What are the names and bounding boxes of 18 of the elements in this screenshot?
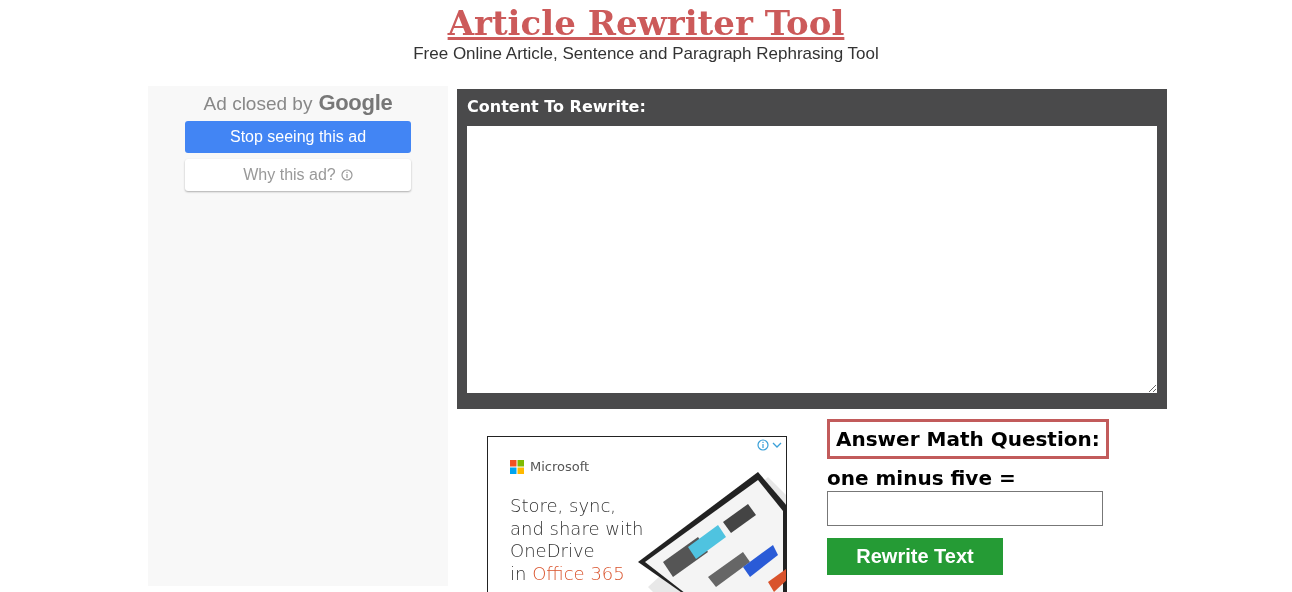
google-logo: Google — [318, 90, 393, 116]
info-icon — [757, 439, 769, 451]
site-subtitle: Free Online Article, Sentence and Paragraph Rephrasing Tool — [413, 44, 879, 64]
info-icon — [340, 169, 353, 181]
site-title[interactable]: Article Rewriter Tool — [447, 2, 845, 44]
math-question: one minus five = — [827, 466, 1017, 490]
math-heading: Answer Math Question: — [827, 419, 1109, 459]
rewrite-button[interactable]: Rewrite Text — [827, 538, 1003, 575]
ad-banner[interactable]: Microsoft Store, sync, and share with OneDrive in Office 365 — [487, 436, 787, 592]
windows-logo-icon — [510, 459, 524, 474]
ad-text: Store, sync, and share with OneDrive in Office 365 — [510, 495, 644, 585]
stop-ad-button[interactable]: Stop seeing this ad — [185, 121, 411, 153]
content-label: Content To Rewrite: — [467, 97, 647, 116]
ad-closed-text: Ad closed by — [203, 93, 313, 115]
chevron-down-icon[interactable] — [772, 441, 782, 449]
answer-field[interactable] — [827, 491, 1103, 526]
why-ad-button[interactable]: Why this ad? — [185, 159, 411, 191]
brand-name: Microsoft — [530, 459, 590, 474]
